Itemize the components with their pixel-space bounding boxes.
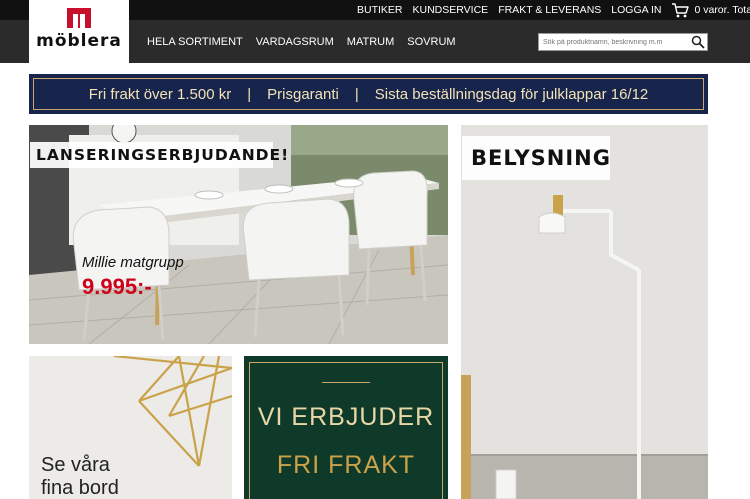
site-logo[interactable]: möblera: [29, 0, 129, 63]
top-links: BUTIKER KUNDSERVICE FRAKT & LEVERANS LOG…: [357, 0, 750, 20]
nav-item-vardagsrum[interactable]: VARDAGSRUM: [256, 36, 334, 48]
promo-price-guarantee: Prisgaranti: [267, 85, 339, 103]
tables-cta-line2: fina bord: [41, 477, 119, 499]
search-input[interactable]: [539, 34, 689, 50]
main-navigation: HELA SORTIMENT VARDAGSRUM MATRUM SOVRUM: [147, 20, 469, 63]
nav-item-sovrum[interactable]: SOVRUM: [407, 36, 455, 48]
promo-free-shipping: Fri frakt över 1.500 kr: [88, 85, 232, 103]
logo-text: möblera: [36, 31, 122, 51]
search-box: [538, 33, 708, 51]
cart-summary[interactable]: 0 varor. Totalt 0:-: [671, 2, 750, 18]
free-shipping-divider: [322, 382, 370, 383]
product-name[interactable]: Millie matgrupp: [82, 254, 184, 271]
cart-text: 0 varor. Totalt 0:-: [694, 4, 750, 16]
free-shipping-line1: VI ERBJUDER: [257, 403, 435, 431]
dining-offer-badge: LANSERINGSERBJUDANDE!: [30, 142, 288, 168]
free-shipping-line2: FRI FRAKT: [276, 451, 416, 479]
page: möblera BUTIKER KUNDSERVICE FRAKT & LEVE…: [0, 0, 750, 499]
promo-separator: |: [354, 85, 359, 103]
promo-christmas-deadline: Sista beställningsdag för julklappar 16/…: [374, 85, 649, 103]
floor-lamp-image: [461, 125, 708, 499]
lighting-badge: BELYSNING: [462, 136, 610, 180]
promo-separator: |: [247, 85, 252, 103]
search-icon[interactable]: [691, 35, 705, 49]
tables-cta-line1: Se våra: [41, 454, 110, 476]
top-link-logga-in[interactable]: LOGGA IN: [611, 4, 661, 16]
product-price: 9.995:-: [82, 274, 152, 299]
top-link-frakt-leverans[interactable]: FRAKT & LEVERANS: [498, 4, 601, 16]
top-link-kundservice[interactable]: KUNDSERVICE: [413, 4, 489, 16]
nav-item-matrum[interactable]: MATRUM: [347, 36, 394, 48]
tables-cta-text: Se våra fina bord: [41, 454, 119, 499]
top-link-butiker[interactable]: BUTIKER: [357, 4, 403, 16]
promo-banner[interactable]: Fri frakt över 1.500 kr | Prisgaranti | …: [29, 74, 708, 114]
logo-mark-icon: [67, 8, 91, 28]
cart-icon: [672, 2, 690, 17]
promo-frame: Fri frakt över 1.500 kr | Prisgaranti | …: [33, 78, 704, 110]
nav-item-hela-sortiment[interactable]: HELA SORTIMENT: [147, 36, 243, 48]
tile-lighting[interactable]: [461, 125, 708, 499]
